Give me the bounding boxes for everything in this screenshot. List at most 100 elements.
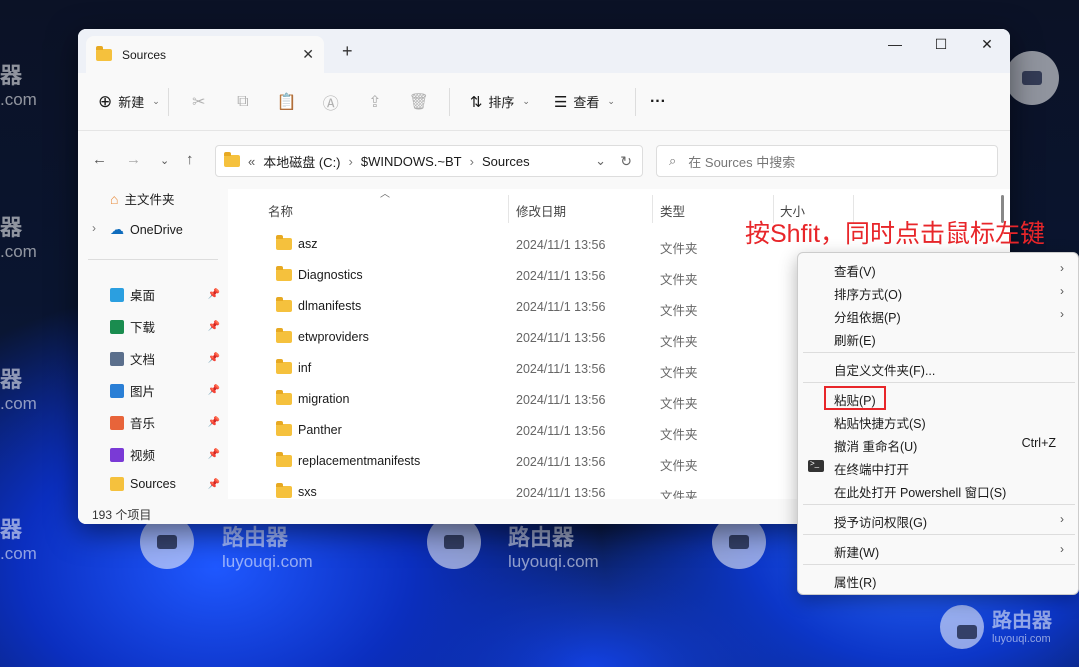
file-name: sxs [298,485,317,499]
recent-chevron-icon[interactable]: ⌄ [160,154,169,167]
pin-icon[interactable]: 📌 [208,417,220,428]
menu-item-paste[interactable]: 粘贴(P) [834,390,876,409]
folder-icon [276,452,292,467]
sidebar-item-pinned[interactable]: 视频 📌 [110,445,220,464]
new-button[interactable]: ⊕ 新建 ⌄ [98,92,160,112]
pin-icon[interactable]: 📌 [208,385,220,396]
chevron-right-icon: › [1060,284,1064,298]
back-arrow-icon[interactable]: ← [92,151,107,168]
breadcrumb-item[interactable]: Sources [482,154,530,169]
column-header-name[interactable]: 名称 [268,201,293,220]
maximize-button[interactable]: ☐ [918,29,964,59]
rename-icon[interactable]: Ⓐ [309,90,353,114]
sidebar-item-home[interactable]: ⌂ 主文件夹 [110,189,220,208]
menu-item-view[interactable]: 查看(V) [834,261,876,280]
sort-button[interactable]: ⇅ 排序 ⌄ [470,92,530,111]
menu-item-paste-shortcut[interactable]: 粘贴快捷方式(S) [834,413,926,432]
column-header-date[interactable]: 修改日期 [516,201,566,220]
breadcrumb-item[interactable]: 本地磁盘 (C:) [263,152,340,171]
location-icon [110,383,124,398]
menu-item-give-access[interactable]: 授予访问权限(G) [834,512,927,531]
watermark-text: 器 .com [0,215,37,261]
sidebar-item-pinned[interactable]: 下载 📌 [110,317,220,336]
menu-item-properties[interactable]: 属性(R) [834,572,876,591]
folder-icon [276,359,292,374]
file-name: Diagnostics [298,268,363,282]
title-bar: Sources ✕ + — ☐ ✕ [78,29,1010,73]
cut-icon[interactable]: ✂ [177,92,221,112]
cloud-icon: ☁ [110,221,124,237]
menu-item-new[interactable]: 新建(W) [834,542,879,561]
address-bar[interactable]: « 本地磁盘 (C:) › $WINDOWS.~BT › Sources ⌄ ↻ [215,145,643,177]
menu-item-open-powershell[interactable]: 在此处打开 Powershell 窗口(S) [834,482,1006,501]
file-date: 2024/11/1 13:56 [516,393,606,407]
view-button[interactable]: ☰ 查看 ⌄ [554,92,615,111]
expand-chevron-icon[interactable]: › [92,221,96,235]
menu-item-customize-folder[interactable]: 自定义文件夹(F)... [834,360,935,379]
file-date: 2024/11/1 13:56 [516,455,606,469]
new-tab-button[interactable]: + [342,41,353,62]
annotation-text: 按Shfit，同时点击鼠标左键 [745,220,1046,248]
shortcut-label: Ctrl+Z [1021,436,1056,450]
pin-icon[interactable]: 📌 [208,353,220,364]
paste-icon[interactable]: 📋 [265,92,309,112]
column-header-type[interactable]: 类型 [660,201,685,220]
search-input[interactable]: ⌕ 在 Sources 中搜索 [656,145,998,177]
breadcrumb-separator-icon: › [469,153,474,169]
divider [634,87,636,116]
sidebar-item-pinned[interactable]: 桌面 📌 [110,285,220,304]
sidebar-item-pinned[interactable]: 音乐 📌 [110,413,220,432]
folder-icon [276,421,292,436]
watermark-logo-icon [940,605,984,649]
pin-icon[interactable]: 📌 [208,479,220,490]
file-name: inf [298,361,312,375]
view-list-icon: ☰ [553,93,568,111]
watermark-text: 器 .com [0,63,37,109]
menu-divider [803,352,1075,353]
sidebar-item-label: 音乐 [130,417,156,431]
pin-icon[interactable]: 📌 [208,449,220,460]
location-icon [110,351,124,366]
minimize-button[interactable]: — [872,29,918,59]
sidebar-item-pinned[interactable]: 文档 📌 [110,349,220,368]
forward-arrow-icon[interactable]: → [126,151,141,168]
menu-item-group[interactable]: 分组依据(P) [834,307,901,326]
pin-icon[interactable]: 📌 [208,321,220,332]
copy-icon[interactable]: ⧉ [221,93,265,111]
file-type: 文件夹 [660,397,698,411]
refresh-icon[interactable]: ↻ [620,153,632,170]
delete-icon[interactable]: 🗑 [397,92,441,112]
close-window-button[interactable]: ✕ [964,29,1010,59]
breadcrumb-item[interactable]: $WINDOWS.~BT [361,154,462,169]
breadcrumb-overflow[interactable]: « [248,154,255,169]
chevron-right-icon: › [1060,512,1064,526]
folder-icon [276,390,292,405]
command-bar: ⊕ 新建 ⌄ ✂ ⧉ 📋 Ⓐ ⇪ 🗑 ⇅ 排序 ⌄ ☰ 查看 ⌄ ··· [78,73,1010,131]
sidebar-item-pinned[interactable]: Sources 📌 [110,477,220,491]
menu-item-sort[interactable]: 排序方式(O) [834,284,902,303]
menu-item-open-terminal[interactable]: 在终端中打开 [834,459,909,478]
divider [167,87,169,116]
address-dropdown-icon[interactable]: ⌄ [595,153,606,169]
chevron-down-icon: ⌄ [522,96,530,106]
chevron-right-icon: › [1060,261,1064,275]
menu-divider [803,382,1075,383]
share-icon[interactable]: ⇪ [353,92,397,112]
close-tab-icon[interactable]: ✕ [302,46,314,63]
file-name: migration [298,392,350,406]
folder-icon [276,328,292,343]
sidebar-item-onedrive[interactable]: ☁ OneDrive [110,221,220,238]
menu-divider [803,564,1075,565]
view-label: 查看 [573,95,600,110]
menu-item-refresh[interactable]: 刷新(E) [834,330,876,349]
search-icon: ⌕ [669,153,677,168]
home-icon: ⌂ [110,190,119,207]
tab-sources[interactable]: Sources ✕ [86,36,324,73]
chevron-right-icon: › [1060,307,1064,321]
file-type: 文件夹 [660,273,698,287]
sidebar-item-pinned[interactable]: 图片 📌 [110,381,220,400]
menu-item-undo-rename[interactable]: 撤消 重命名(U) [834,436,917,455]
up-arrow-icon[interactable]: ↑ [186,151,194,168]
more-options-button[interactable]: ··· [650,93,666,111]
pin-icon[interactable]: 📌 [208,289,220,300]
